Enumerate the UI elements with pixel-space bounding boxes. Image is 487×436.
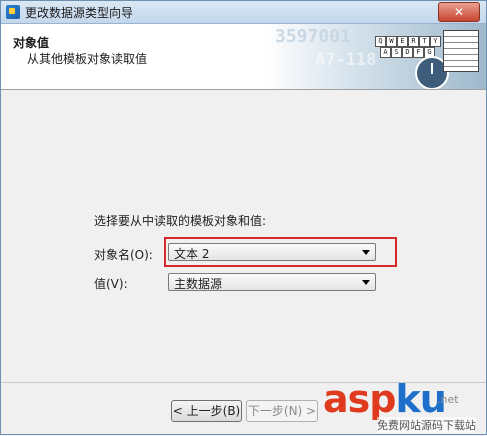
close-button[interactable]: ✕ xyxy=(438,2,480,22)
key: R xyxy=(408,36,419,47)
value-dropdown[interactable]: 主数据源 xyxy=(168,273,376,291)
back-button[interactable]: < 上一步(B) xyxy=(171,400,242,422)
art-number: 3597001 xyxy=(275,26,351,47)
value-value: 主数据源 xyxy=(174,277,223,291)
key: Q xyxy=(375,36,386,47)
page-title: 对象值 xyxy=(13,36,50,50)
watermark: aspku .net 免费网站源码下载站 xyxy=(319,377,487,436)
title-bar[interactable]: 更改数据源类型向导 ✕ xyxy=(1,1,486,24)
key: Y xyxy=(430,36,441,47)
watermark-logo: aspku xyxy=(323,377,447,421)
key: S xyxy=(391,47,402,58)
wizard-window: 更改数据源类型向导 ✕ 对象值 从其他模板对象读取值 3597001 A7-11… xyxy=(0,0,487,435)
key: A xyxy=(380,47,391,58)
next-button[interactable]: 下一步(N) > xyxy=(246,400,318,422)
value-label: 值(V): xyxy=(94,277,128,291)
art-number: A7-118 xyxy=(315,50,377,70)
key: T xyxy=(419,36,430,47)
app-icon xyxy=(6,5,20,19)
highlight-box xyxy=(164,237,397,267)
key: W xyxy=(386,36,397,47)
watermark-caption: 免费网站源码下载站 xyxy=(377,417,476,433)
watermark-suffix: .net xyxy=(437,393,459,406)
header-illustration: 3597001 A7-118 Q W E R T Y A S D F G xyxy=(265,24,486,89)
wizard-header: 对象值 从其他模板对象读取值 3597001 A7-118 Q W E R T … xyxy=(1,24,486,90)
page-subtitle: 从其他模板对象读取值 xyxy=(27,52,148,66)
object-name-label: 对象名(O): xyxy=(94,248,153,262)
key: F xyxy=(413,47,424,58)
spreadsheet-icon xyxy=(443,30,479,72)
key: D xyxy=(402,47,413,58)
logo-part: asp xyxy=(323,377,396,421)
instruction-text: 选择要从中读取的模板对象和值: xyxy=(94,214,267,228)
chevron-down-icon xyxy=(362,280,370,285)
key: E xyxy=(397,36,408,47)
window-title: 更改数据源类型向导 xyxy=(25,6,134,20)
